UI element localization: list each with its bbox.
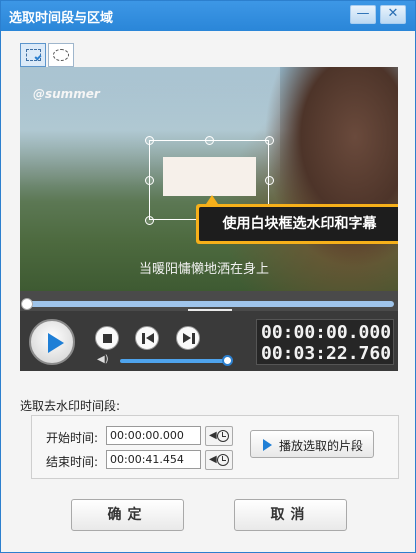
window-title: 选取时间段与区域 xyxy=(9,11,114,26)
ellipse-select-button[interactable] xyxy=(48,43,74,67)
set-end-time-button[interactable]: ◀ xyxy=(205,450,233,470)
set-start-time-button[interactable]: ◀ xyxy=(205,426,233,446)
selection-tip-text: 使用白块框选水印和字幕 xyxy=(199,207,398,241)
close-button[interactable]: ✕ xyxy=(380,5,406,24)
volume-thumb[interactable] xyxy=(222,355,233,366)
clock-icon xyxy=(217,430,229,442)
video-watermark: @summer xyxy=(33,87,100,101)
prev-bar-icon xyxy=(142,333,145,344)
dashed-ellipse-icon xyxy=(53,49,69,61)
ok-button[interactable]: 确定 xyxy=(71,499,184,531)
start-time-label: 开始时间: xyxy=(46,431,99,445)
rectangle-select-button[interactable] xyxy=(20,43,46,67)
clock-icon xyxy=(217,454,229,466)
resize-handle-bottom-left[interactable] xyxy=(145,216,154,225)
resize-handle-left[interactable] xyxy=(145,176,154,185)
video-preview[interactable]: @summer 使用白块框选水印和字幕 当暖阳慵懒地洒在身上 xyxy=(20,67,398,291)
player-controls: ◀) 00:00:00.000 00:03:22.760 xyxy=(20,311,398,371)
timeline-track[interactable] xyxy=(26,301,394,307)
play-selection-button[interactable]: 播放选取的片段 xyxy=(250,430,374,458)
current-time: 00:00:00.000 xyxy=(261,322,392,343)
minimize-button[interactable]: — xyxy=(350,5,376,24)
video-subtitle: 当暖阳慵懒地洒在身上 xyxy=(139,262,270,277)
volume-icon[interactable]: ◀) xyxy=(97,355,111,365)
play-button[interactable] xyxy=(29,319,75,365)
resize-handle-top-right[interactable] xyxy=(265,136,274,145)
end-time-label: 结束时间: xyxy=(46,455,99,469)
resize-handle-top-left[interactable] xyxy=(145,136,154,145)
timeline-bar: ⌄ xyxy=(20,291,398,321)
resize-handle-top[interactable] xyxy=(205,136,214,145)
tip-arrow xyxy=(206,195,218,204)
time-range-group: 开始时间: ◀ 结束时间: ◀ 播放选取的片段 xyxy=(31,415,399,479)
dialog-window: 选取时间段与区域 — ✕ @summer 使用白块框选水印和字幕 当暖阳慵懒地洒… xyxy=(0,0,416,553)
volume-slider[interactable] xyxy=(120,359,227,363)
selection-tip: 使用白块框选水印和字幕 xyxy=(196,204,398,244)
time-display: 00:00:00.000 00:03:22.760 xyxy=(256,319,394,365)
play-icon xyxy=(48,333,64,353)
end-time-input[interactable] xyxy=(106,450,201,469)
start-time-input[interactable] xyxy=(106,426,201,445)
play-icon xyxy=(263,439,272,451)
play-selection-label: 播放选取的片段 xyxy=(279,439,364,453)
next-arrow-icon xyxy=(183,333,191,343)
stop-icon xyxy=(103,334,112,343)
timeline-thumb[interactable] xyxy=(21,298,33,310)
previous-frame-button[interactable] xyxy=(135,326,159,350)
prev-arrow-icon xyxy=(146,333,154,343)
arrow-left-icon: ◀ xyxy=(209,454,217,465)
next-bar-icon xyxy=(192,333,195,344)
time-range-section-label: 选取去水印时间段: xyxy=(20,399,121,413)
stop-button[interactable] xyxy=(95,326,119,350)
next-frame-button[interactable] xyxy=(176,326,200,350)
total-time: 00:03:22.760 xyxy=(261,343,392,364)
arrow-left-icon: ◀ xyxy=(209,430,217,441)
cancel-button[interactable]: 取消 xyxy=(234,499,347,531)
resize-handle-right[interactable] xyxy=(265,176,274,185)
title-bar[interactable]: 选取时间段与区域 — ✕ xyxy=(1,1,415,31)
